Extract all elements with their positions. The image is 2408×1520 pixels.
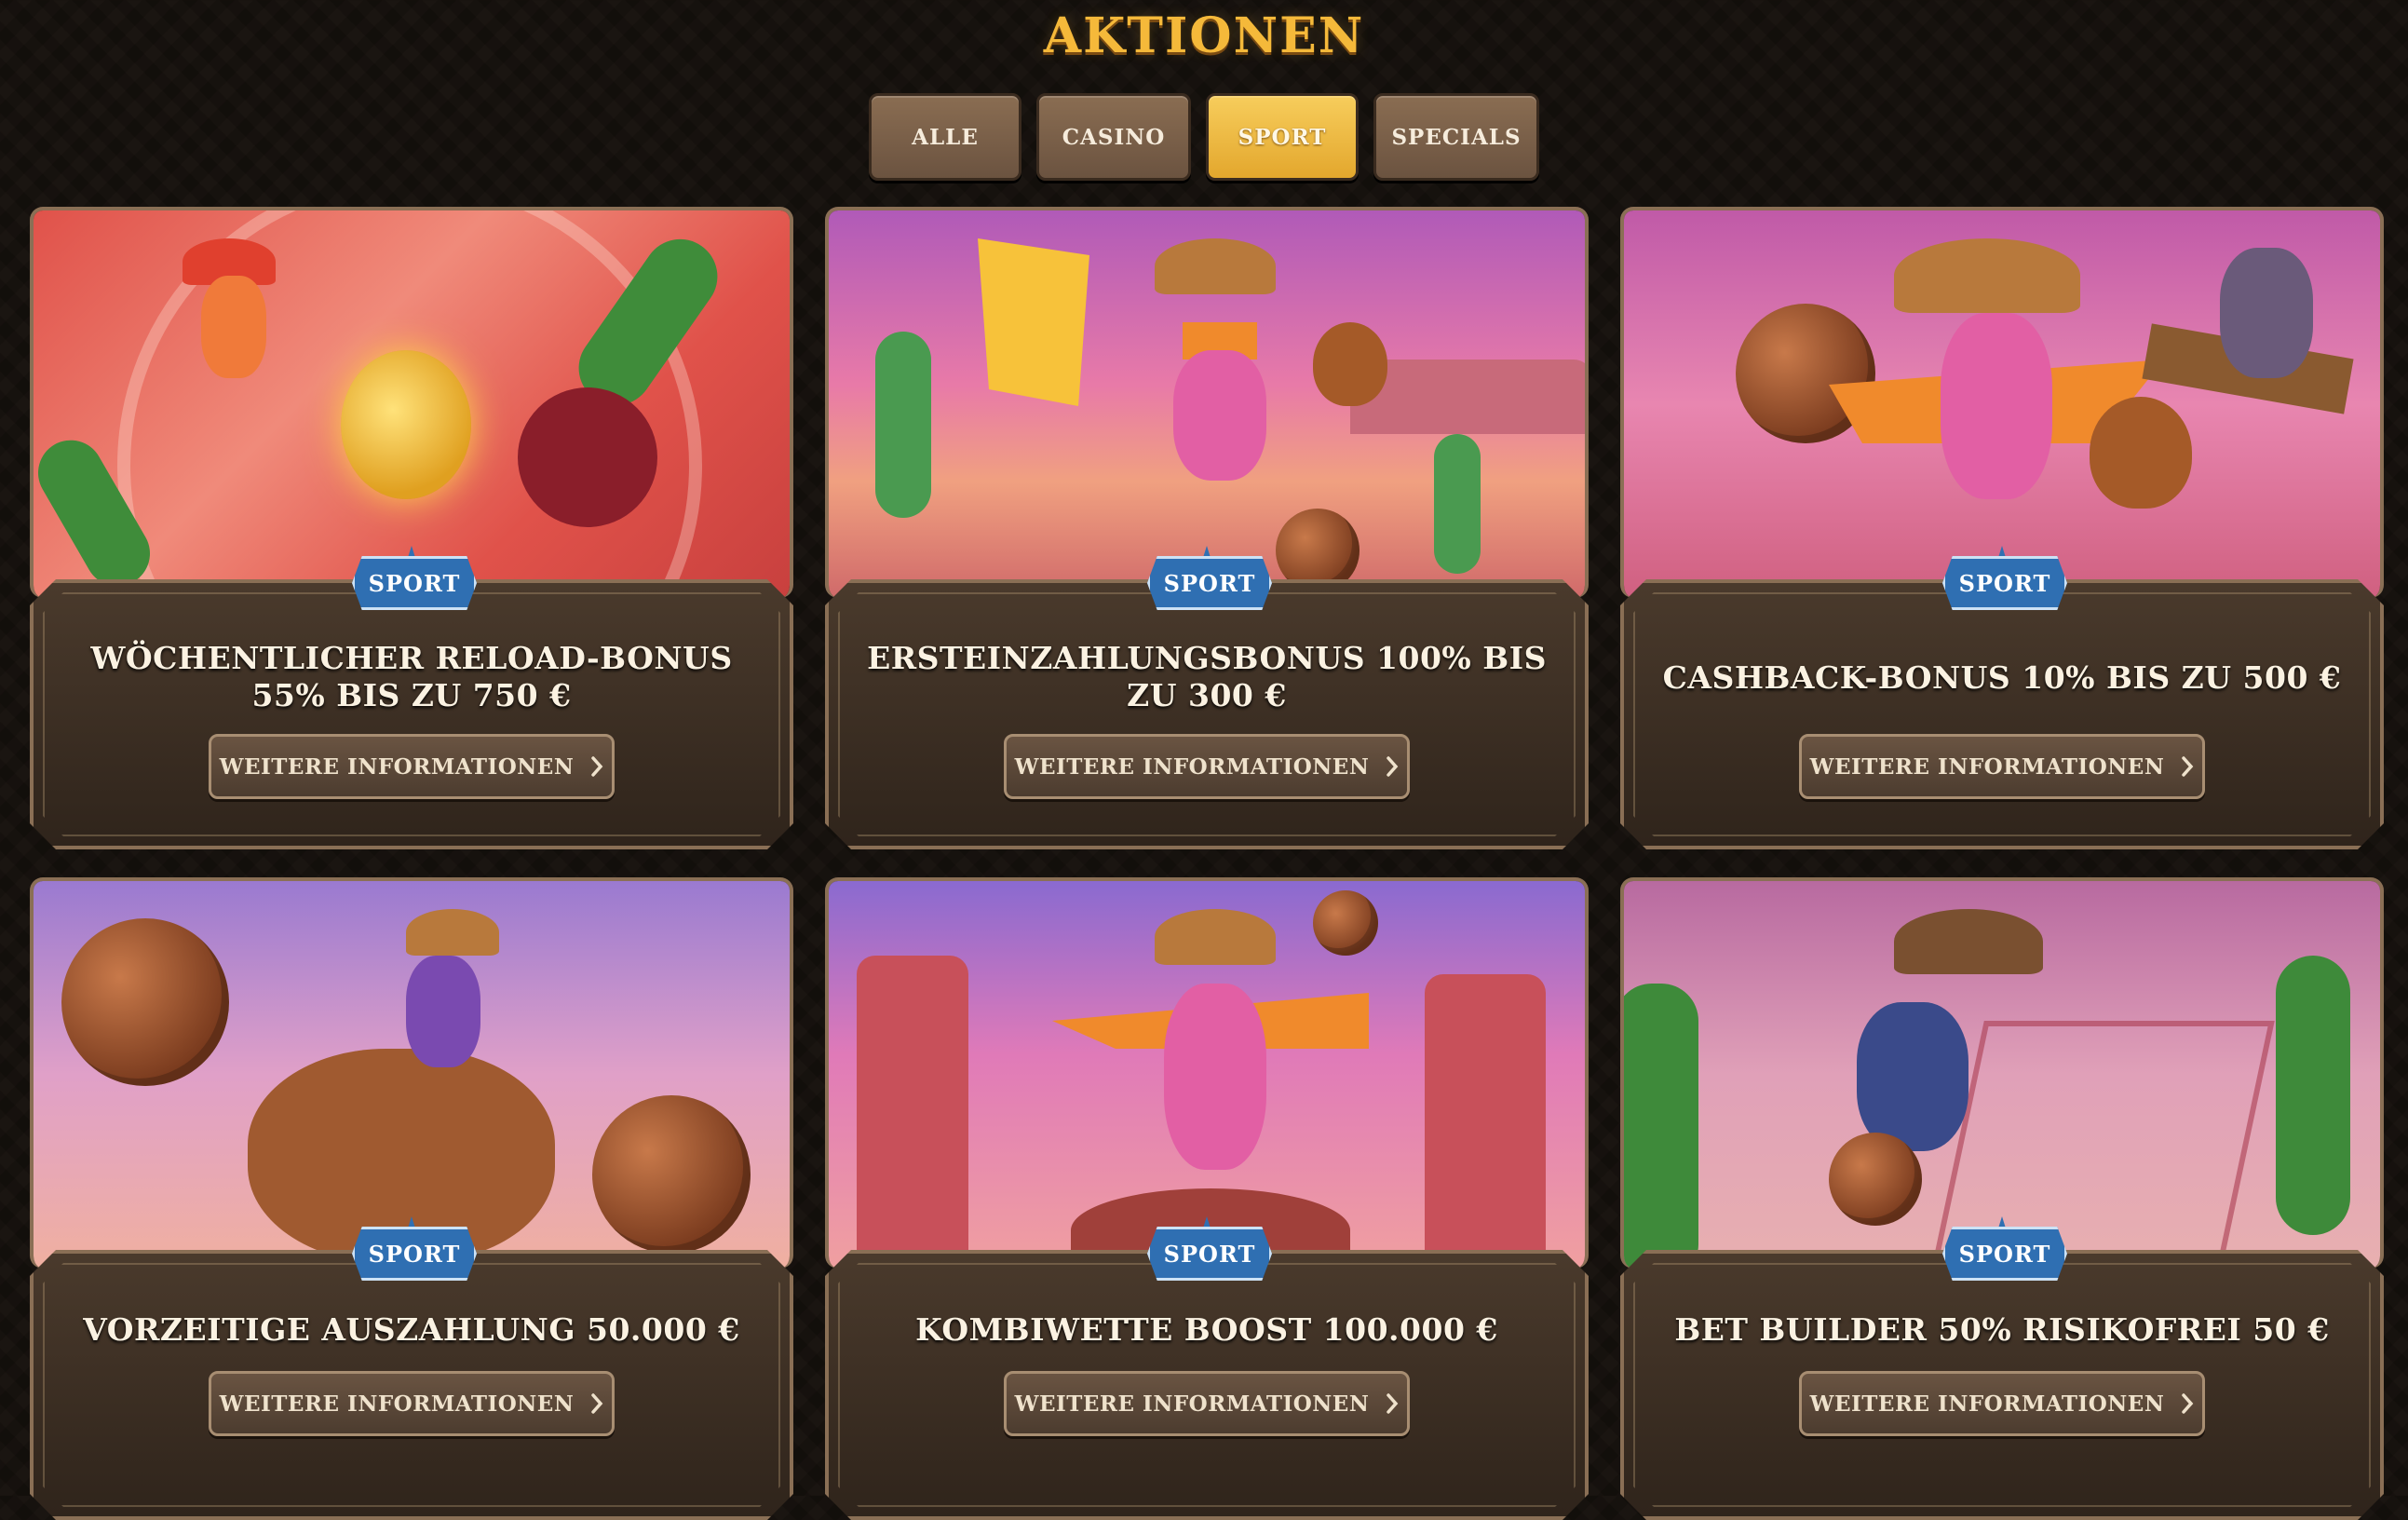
- tab-casino[interactable]: CASINO: [1036, 93, 1191, 181]
- tab-alle[interactable]: ALLE: [869, 93, 1021, 181]
- promo-panel: [30, 579, 793, 849]
- page-title: AKTIONEN: [1043, 7, 1365, 64]
- promo-card-cashback: SPORT CASHBACK-BONUS 10% BIS ZU 500 € WE…: [1620, 207, 2384, 849]
- promo-card-combo-boost: SPORT KOMBIWETTE BOOST 100.000 € WEITERE…: [825, 877, 1589, 1520]
- more-info-button[interactable]: WEITERE INFORMATIONEN: [209, 1371, 615, 1436]
- more-info-button[interactable]: WEITERE INFORMATIONEN: [1004, 1371, 1410, 1436]
- promo-illustration: [825, 207, 1589, 598]
- more-info-label: WEITERE INFORMATIONEN: [1014, 753, 1370, 780]
- more-info-label: WEITERE INFORMATIONEN: [1014, 1391, 1370, 1417]
- more-info-button[interactable]: WEITERE INFORMATIONEN: [209, 734, 615, 799]
- promo-title: KOMBIWETTE BOOST 100.000 €: [915, 1311, 1498, 1348]
- promo-illustration: [825, 877, 1589, 1269]
- promo-title: ERSTEINZAHLUNGSBONUS 100% BIS ZU 300 €: [867, 640, 1547, 713]
- more-info-label: WEITERE INFORMATIONEN: [1809, 753, 2165, 780]
- chevron-right-icon: [2182, 756, 2194, 777]
- chevron-right-icon: [1387, 756, 1399, 777]
- promo-card-early-payout: SPORT VORZEITIGE AUSZAHLUNG 50.000 € WEI…: [30, 877, 793, 1520]
- promo-panel: [1620, 579, 2384, 849]
- more-info-button[interactable]: WEITERE INFORMATIONEN: [1799, 734, 2205, 799]
- promo-card-reload-bonus: SPORT WÖCHENTLICHER RELOAD-BONUS 55% BIS…: [30, 207, 793, 849]
- promo-title: BET BUILDER 50% RISIKOFREI 50 €: [1674, 1311, 2330, 1348]
- chevron-right-icon: [591, 756, 603, 777]
- category-badge: SPORT: [1942, 1227, 2067, 1281]
- category-badge: SPORT: [1147, 1227, 1272, 1281]
- chevron-right-icon: [2182, 1393, 2194, 1414]
- category-badge: SPORT: [1942, 556, 2067, 610]
- promo-illustration: [1620, 877, 2384, 1269]
- promo-illustration: [30, 877, 793, 1269]
- category-badge: SPORT: [352, 1227, 477, 1281]
- promo-title: CASHBACK-BONUS 10% BIS ZU 500 €: [1662, 659, 2342, 696]
- promo-illustration: [1620, 207, 2384, 598]
- tab-sport[interactable]: SPORT: [1206, 93, 1359, 181]
- more-info-label: WEITERE INFORMATIONEN: [219, 753, 575, 780]
- more-info-label: WEITERE INFORMATIONEN: [1809, 1391, 2165, 1417]
- more-info-label: WEITERE INFORMATIONEN: [219, 1391, 575, 1417]
- category-badge: SPORT: [1147, 556, 1272, 610]
- chevron-right-icon: [1387, 1393, 1399, 1414]
- promo-panel: [825, 579, 1589, 849]
- promo-filter-tabs: ALLE CASINO SPORT SPECIALS: [0, 93, 2408, 181]
- promo-illustration: [30, 207, 793, 598]
- tab-specials[interactable]: SPECIALS: [1373, 93, 1539, 181]
- promo-title: WÖCHENTLICHER RELOAD-BONUS 55% BIS ZU 75…: [90, 640, 733, 713]
- chevron-right-icon: [591, 1393, 603, 1414]
- promo-card-first-deposit: SPORT ERSTEINZAHLUNGSBONUS 100% BIS ZU 3…: [825, 207, 1589, 849]
- category-badge: SPORT: [352, 556, 477, 610]
- more-info-button[interactable]: WEITERE INFORMATIONEN: [1004, 734, 1410, 799]
- promo-card-bet-builder: SPORT BET BUILDER 50% RISIKOFREI 50 € WE…: [1620, 877, 2384, 1520]
- more-info-button[interactable]: WEITERE INFORMATIONEN: [1799, 1371, 2205, 1436]
- promo-title: VORZEITIGE AUSZAHLUNG 50.000 €: [83, 1311, 740, 1348]
